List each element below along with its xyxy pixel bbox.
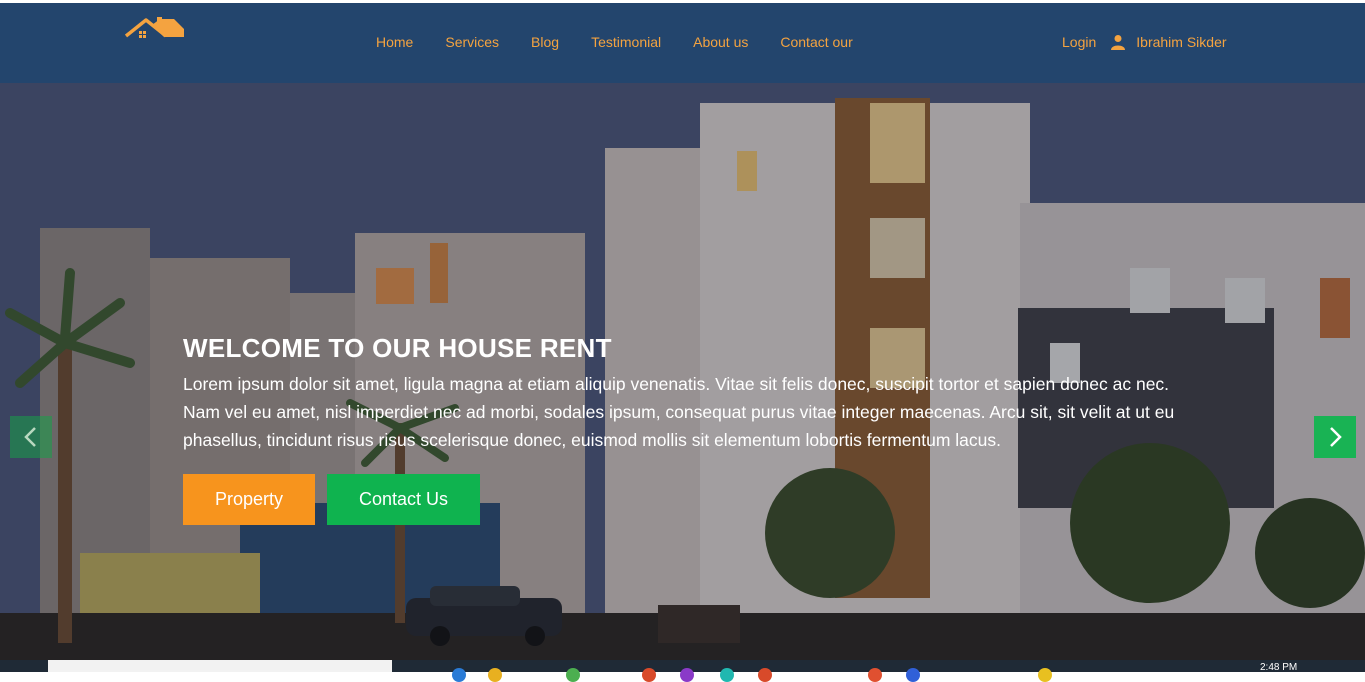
chevron-left-icon xyxy=(24,427,36,447)
nav-link-home[interactable]: Home xyxy=(376,34,413,54)
contact-us-button[interactable]: Contact Us xyxy=(327,474,480,525)
taskbar-app-icon[interactable] xyxy=(906,668,920,682)
taskbar-app-icon[interactable] xyxy=(452,668,466,682)
taskbar-app-icon[interactable] xyxy=(488,668,502,682)
taskbar-app-icon[interactable] xyxy=(1038,668,1052,682)
nav-link-testimonial[interactable]: Testimonial xyxy=(591,34,661,54)
taskbar-app-icon[interactable] xyxy=(680,668,694,682)
login-link[interactable]: Login xyxy=(1062,34,1096,50)
taskbar-app-icon[interactable] xyxy=(868,668,882,682)
user-name[interactable]: Ibrahim Sikder xyxy=(1136,34,1226,50)
account-area: Login Ibrahim Sikder xyxy=(1062,34,1227,50)
user-icon xyxy=(1110,34,1126,50)
carousel-prev-button[interactable] xyxy=(10,416,52,458)
chevron-right-icon xyxy=(1330,427,1342,447)
hero-banner: WELCOME TO OUR HOUSE RENT Lorem ipsum do… xyxy=(0,83,1365,660)
taskbar-app-icon[interactable] xyxy=(758,668,772,682)
navbar: Home Services Blog Testimonial About us … xyxy=(0,3,1365,83)
main-nav: Home Services Blog Testimonial About us … xyxy=(376,34,885,54)
house-logo-icon[interactable] xyxy=(124,15,186,45)
nav-link-services[interactable]: Services xyxy=(445,34,499,54)
property-button[interactable]: Property xyxy=(183,474,315,525)
taskbar-app-icon[interactable] xyxy=(720,668,734,682)
nav-link-about[interactable]: About us xyxy=(693,34,748,54)
taskbar-clock: 2:48 PM xyxy=(1260,662,1298,673)
os-taskbar: 2:48 PM xyxy=(0,660,1365,682)
taskbar-search-box[interactable] xyxy=(48,660,392,672)
nav-link-blog[interactable]: Blog xyxy=(531,34,559,54)
taskbar-app-icon[interactable] xyxy=(642,668,656,682)
nav-link-contact[interactable]: Contact our xyxy=(780,34,852,54)
hero-description: Lorem ipsum dolor sit amet, ligula magna… xyxy=(183,374,1175,450)
hero-title: WELCOME TO OUR HOUSE RENT xyxy=(183,333,612,363)
carousel-next-button[interactable] xyxy=(1314,416,1356,458)
taskbar-app-icon[interactable] xyxy=(566,668,580,682)
